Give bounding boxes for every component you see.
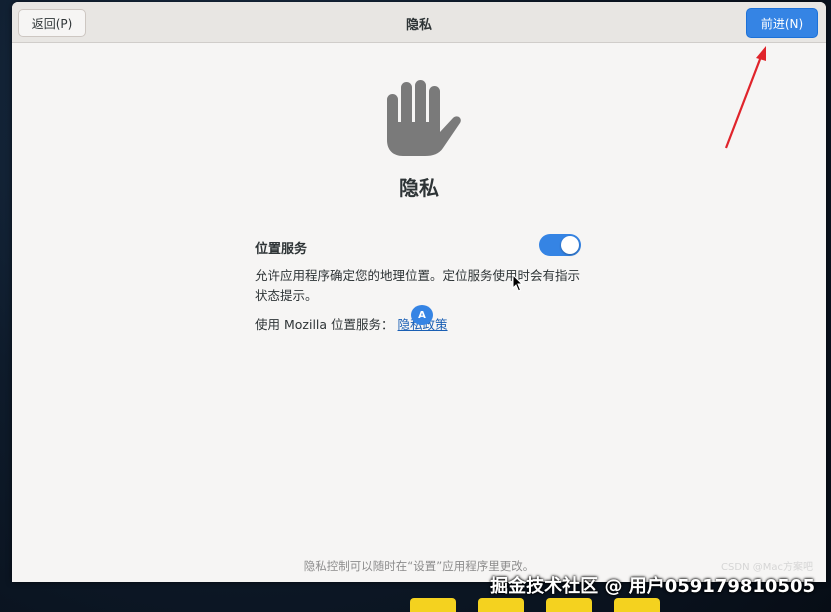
mozilla-prefix: 使用 Mozilla 位置服务：: [255, 317, 394, 332]
location-description: 允许应用程序确定您的地理位置。定位服务使用时会有指示状态提示。: [255, 268, 581, 303]
csdn-watermark: CSDN @Mac方案吧: [721, 562, 813, 573]
location-services-label: 位置服务: [255, 242, 308, 257]
location-services-toggle[interactable]: [539, 234, 581, 256]
input-method-bubble: A: [411, 305, 433, 325]
mouse-pointer-icon: [512, 274, 524, 292]
toggle-knob: [561, 236, 579, 254]
page-heading: 隐私: [399, 176, 439, 200]
setup-window: 返回(P) 隐私 前进(N) 隐私 位置服务 允许应用程序确定您的地理位置。定位…: [12, 2, 826, 582]
header-bar: 返回(P) 隐私 前进(N): [12, 2, 826, 43]
raised-hand-icon: [387, 80, 461, 156]
window-title: 隐私: [405, 18, 432, 33]
video-caption-fragment: [410, 598, 710, 612]
annotation-arrow-icon: [724, 46, 766, 149]
juejin-watermark: 掘金技术社区 @ 用户059179810505: [490, 576, 815, 597]
next-button[interactable]: 前进(N): [746, 8, 818, 38]
